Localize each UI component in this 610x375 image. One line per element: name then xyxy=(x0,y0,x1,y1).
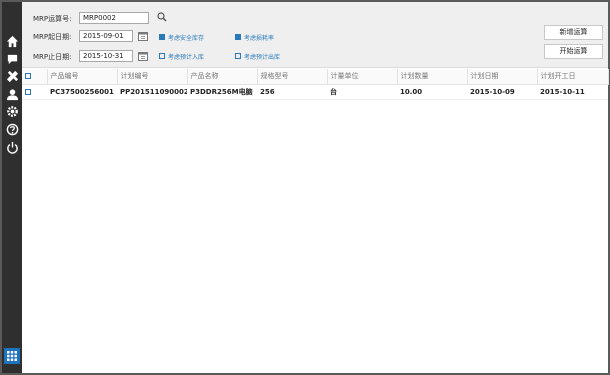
column-header[interactable]: 产品编号 xyxy=(47,69,118,85)
start-date-input[interactable]: 2015-09-01 xyxy=(79,30,133,42)
safety-stock-label: 考虑安全库存 xyxy=(168,35,205,42)
table-cell: PC37500256001 xyxy=(47,84,117,100)
expected-inbound-label: 考虑预计入库 xyxy=(168,54,205,61)
expected-outbound-label: 考虑预计出库 xyxy=(244,54,281,61)
gear-icon[interactable] xyxy=(4,103,20,119)
tools-icon[interactable] xyxy=(4,68,20,84)
main-area: MRP运算号: MRP0002 MRP起日期: 2015-09-01 MRP止日… xyxy=(22,2,609,373)
mrp-no-label: MRP运算号: xyxy=(33,15,72,23)
loss-rate-checkbox[interactable] xyxy=(235,34,241,40)
loss-rate-label: 考虑损耗率 xyxy=(244,35,275,42)
safety-stock-checkbox[interactable] xyxy=(159,34,165,40)
sidebar xyxy=(2,2,22,373)
row-checkbox[interactable] xyxy=(25,88,31,95)
user-icon[interactable] xyxy=(4,86,20,102)
end-date-input[interactable]: 2015-10-31 xyxy=(79,50,133,62)
home-icon[interactable] xyxy=(4,33,20,49)
table-cell: 256 xyxy=(257,84,327,100)
filter-panel: MRP运算号: MRP0002 MRP起日期: 2015-09-01 MRP止日… xyxy=(22,2,608,68)
row-select-cell[interactable] xyxy=(22,84,47,100)
start-calc-button[interactable]: 开始运算 xyxy=(544,44,603,59)
calendar-icon[interactable] xyxy=(138,51,148,61)
mrp-no-input[interactable]: MRP0002 xyxy=(79,12,149,24)
end-date-label: MRP止日期: xyxy=(33,53,72,61)
table-cell: PP201511090002 xyxy=(117,84,187,100)
grid-icon[interactable] xyxy=(4,348,20,364)
expected-inbound-checkbox[interactable] xyxy=(159,53,165,59)
table-cell: 2015-10-09 xyxy=(467,84,537,100)
start-date-label: MRP起日期: xyxy=(33,33,72,41)
column-header[interactable]: 产品名称 xyxy=(187,69,258,85)
column-header[interactable]: 计量单位 xyxy=(327,69,398,85)
calendar-icon[interactable] xyxy=(138,31,148,41)
table-cell: 台 xyxy=(327,84,397,100)
column-header[interactable]: 计划开工日 xyxy=(537,69,609,85)
power-icon[interactable] xyxy=(4,139,20,155)
chat-icon[interactable] xyxy=(4,51,20,67)
table-cell: 2015-10-11 xyxy=(537,84,608,100)
table-row[interactable]: PC37500256001 PP201511090002 P3DDR256M电脑… xyxy=(22,84,608,100)
new-calc-button[interactable]: 新增运算 xyxy=(544,25,603,40)
app-window: MRP运算号: MRP0002 MRP起日期: 2015-09-01 MRP止日… xyxy=(0,0,610,375)
column-header[interactable]: 规格型号 xyxy=(257,69,328,85)
search-icon[interactable] xyxy=(157,12,167,22)
select-all-checkbox[interactable] xyxy=(25,73,31,80)
results-table: 产品编号 计划编号 产品名称 规格型号 计量单位 计划数量 计划日期 计划开工日… xyxy=(22,69,609,100)
table-header-row: 产品编号 计划编号 产品名称 规格型号 计量单位 计划数量 计划日期 计划开工日 xyxy=(22,69,609,85)
expected-outbound-checkbox[interactable] xyxy=(235,53,241,59)
table-cell: 10.00 xyxy=(397,84,467,100)
column-header[interactable]: 计划数量 xyxy=(397,69,468,85)
table-cell: P3DDR256M电脑 xyxy=(187,84,257,100)
column-header[interactable]: 计划日期 xyxy=(467,69,538,85)
column-header[interactable]: 计划编号 xyxy=(117,69,188,85)
help-icon[interactable] xyxy=(4,121,20,137)
select-all-header[interactable] xyxy=(22,69,48,85)
